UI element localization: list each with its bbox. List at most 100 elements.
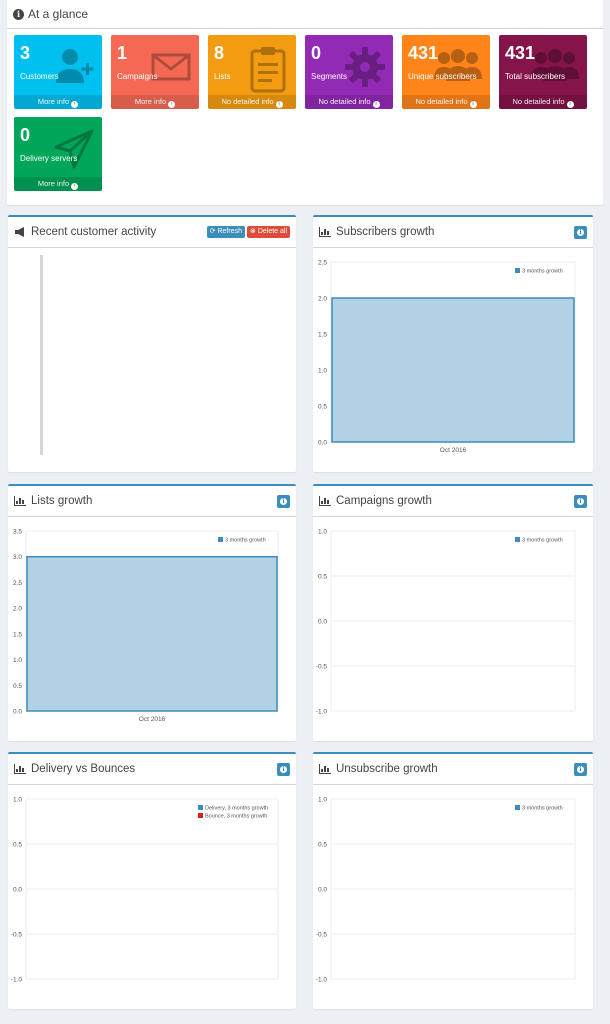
y-tick-label: 0.5 bbox=[13, 683, 22, 690]
user-plus-icon bbox=[52, 45, 96, 92]
y-tick-label: 0.5 bbox=[13, 842, 22, 849]
info-button[interactable]: i bbox=[277, 494, 290, 508]
arrow-circle-right-icon: › bbox=[168, 101, 176, 108]
legend-label: 3 months growth bbox=[522, 806, 563, 812]
tile-delivery-servers: 0 Delivery servers More info › bbox=[14, 117, 102, 191]
unsubscribe-growth-box: Unsubscribe growth i -1.0 -0.5 0.0 0.5 1.0 3 … bbox=[313, 752, 593, 1009]
info-button[interactable]: i bbox=[574, 762, 587, 776]
chart-title: Subscribers growth bbox=[336, 226, 435, 238]
y-tick-label: 2.5 bbox=[13, 580, 22, 587]
delete-all-button[interactable]: ⊗ Delete all bbox=[247, 226, 290, 238]
tile-label: Unique subscribers bbox=[408, 72, 477, 81]
tile-footer-label: More info bbox=[37, 97, 70, 106]
y-tick-label: 2.0 bbox=[318, 296, 327, 303]
tile-segments: 0 Segments No detailed info i bbox=[305, 35, 393, 109]
tile-footer-label: No detailed info bbox=[512, 97, 565, 106]
info-icon: i bbox=[577, 765, 584, 773]
arrow-circle-right-icon: › bbox=[71, 101, 79, 108]
info-circle-icon: i bbox=[469, 101, 477, 108]
info-button[interactable]: i bbox=[574, 225, 587, 239]
tile-footer-link[interactable]: No detailed info i bbox=[402, 95, 490, 109]
tile-label: Lists bbox=[214, 72, 231, 81]
chart-title: Lists growth bbox=[31, 495, 93, 507]
tile-footer-label: No detailed info bbox=[415, 97, 468, 106]
tile-count: 3 bbox=[20, 43, 31, 63]
tile-footer-link[interactable]: No detailed info i bbox=[499, 95, 587, 109]
glance-title: At a glance bbox=[28, 7, 89, 21]
y-tick-label: 0.0 bbox=[13, 887, 22, 894]
campaigns-growth-chart: -1.0 -0.5 0.0 0.5 1.0 3 months growth bbox=[316, 529, 576, 716]
tile-count: 8 bbox=[214, 43, 225, 63]
tile-count: 0 bbox=[20, 125, 31, 145]
y-tick-label: 1.0 bbox=[318, 368, 327, 375]
y-tick-label: -0.5 bbox=[11, 932, 23, 939]
info-button[interactable]: i bbox=[574, 494, 587, 508]
bar-chart-icon bbox=[319, 227, 331, 237]
subscribers-growth-box: Subscribers growth i 0.0 0.5 1.0 1.5 2.0 2.5 O… bbox=[313, 215, 593, 472]
refresh-button[interactable]: ⟳ Refresh bbox=[206, 226, 245, 238]
x-tick-label: Oct 2016 bbox=[440, 447, 467, 454]
campaigns-growth-box: Campaigns growth i -1.0 -0.5 0.0 0.5 1.0 3 mo… bbox=[313, 484, 593, 741]
bar-chart-icon bbox=[14, 496, 26, 506]
y-tick-label: 1.0 bbox=[318, 529, 327, 536]
tile-count: 431 bbox=[505, 43, 536, 63]
arrow-circle-right-icon: › bbox=[71, 183, 79, 190]
y-tick-label: 0.5 bbox=[318, 574, 327, 581]
clipboard-icon bbox=[246, 45, 290, 98]
y-tick-label: 0.5 bbox=[318, 404, 327, 411]
y-tick-label: 0.0 bbox=[13, 709, 22, 716]
subscribers-growth-chart: 0.0 0.5 1.0 1.5 2.0 2.5 Oct 2016 3 months growt… bbox=[318, 260, 576, 454]
info-circle-icon: i bbox=[13, 8, 24, 20]
box-header: Subscribers growth i bbox=[313, 217, 593, 248]
box-title: Recent customer activity bbox=[31, 226, 157, 238]
box-header: Lists growth i bbox=[8, 486, 296, 517]
info-button[interactable]: i bbox=[277, 762, 290, 776]
y-tick-label: 2.5 bbox=[318, 260, 327, 267]
tile-footer-link[interactable]: No detailed info i bbox=[305, 95, 393, 109]
users-icon bbox=[529, 45, 581, 92]
tile-label: Total subscribers bbox=[505, 72, 566, 81]
series-area bbox=[331, 297, 575, 443]
lists-growth-chart: 0.0 0.5 1.0 1.5 2.0 2.5 3.0 3.5 Oct 2016 3 months… bbox=[13, 529, 279, 723]
y-tick-label: 3.0 bbox=[13, 554, 22, 561]
tile-unique-subscribers: 431 Unique subscribers No detailed info i bbox=[402, 35, 490, 109]
tile-footer-link[interactable]: More info › bbox=[14, 95, 102, 109]
chart-title: Delivery vs Bounces bbox=[31, 763, 136, 775]
tile-label: Segments bbox=[311, 72, 348, 81]
tile-campaigns: 1 Campaigns More info › bbox=[111, 35, 199, 109]
y-tick-label: 0.0 bbox=[318, 440, 327, 447]
paper-plane-icon bbox=[52, 127, 96, 174]
y-tick-label: 3.5 bbox=[13, 529, 22, 536]
x-tick-label: Oct 2016 bbox=[139, 716, 166, 723]
legend-swatch bbox=[515, 537, 520, 542]
tile-footer-link[interactable]: More info › bbox=[111, 95, 199, 109]
legend-label: Delivery, 3 months growth bbox=[205, 806, 268, 812]
legend-swatch bbox=[515, 805, 520, 810]
delete-icon: ⊗ bbox=[250, 228, 258, 235]
y-tick-label: 0.5 bbox=[318, 842, 327, 849]
tile-footer-label: No detailed info bbox=[221, 97, 274, 106]
info-icon: i bbox=[280, 497, 287, 505]
legend-label: Bounce, 3 months growth bbox=[205, 814, 267, 820]
tile-footer-link[interactable]: No detailed info i bbox=[208, 95, 296, 109]
chart-title: Unsubscribe growth bbox=[336, 763, 438, 775]
y-tick-label: 1.0 bbox=[318, 797, 327, 804]
y-tick-label: 0.0 bbox=[318, 887, 327, 894]
series-area bbox=[26, 555, 278, 712]
tile-count: 431 bbox=[408, 43, 439, 63]
tile-count: 0 bbox=[311, 43, 322, 63]
y-tick-label: -1.0 bbox=[316, 977, 328, 984]
tile-label: Campaigns bbox=[117, 72, 158, 81]
y-tick-label: -0.5 bbox=[316, 932, 328, 939]
delivery-vs-bounces-chart: -1.0 -0.5 0.0 0.5 1.0 Delivery, 3 months grow… bbox=[11, 797, 279, 984]
tile-footer-link[interactable]: More info › bbox=[14, 177, 102, 191]
lists-growth-box: Lists growth i 0.0 0.5 1.0 1.5 2.0 2.5 3.0 3.5 O… bbox=[8, 484, 296, 741]
legend-swatch bbox=[198, 805, 203, 810]
bar-chart-icon bbox=[319, 764, 331, 774]
info-circle-icon: i bbox=[372, 101, 380, 108]
legend-label: 3 months growth bbox=[522, 269, 563, 275]
glance-header: i At a glance bbox=[7, 0, 603, 29]
activity-timeline-scrollbar[interactable] bbox=[40, 255, 43, 455]
tile-footer-label: No detailed info bbox=[318, 97, 371, 106]
info-icon: i bbox=[577, 497, 584, 505]
